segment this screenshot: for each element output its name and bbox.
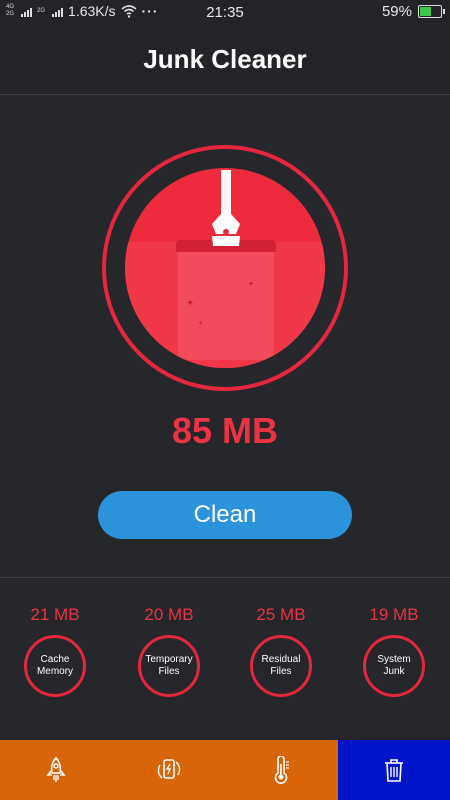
app-header: Junk Cleaner <box>0 24 450 95</box>
clean-button[interactable]: Clean <box>98 491 352 539</box>
status-bar: 4G 2G 2G 1.63K/s ··· 21:35 59% <box>0 0 450 24</box>
category-ring: System Junk <box>363 635 425 697</box>
category-residual-files[interactable]: 25 MB Residual Files <box>236 605 326 697</box>
battery-icon <box>418 5 445 18</box>
category-amount: 20 MB <box>144 605 194 624</box>
brush-icon <box>212 170 240 246</box>
trash-icon <box>384 759 403 782</box>
junk-size-value: 85 MB <box>171 410 279 451</box>
nav-junk-cleaner[interactable] <box>337 740 450 800</box>
page-title: Junk Cleaner <box>143 43 307 74</box>
nav-temperature[interactable] <box>225 740 338 800</box>
phone-cooling-icon <box>157 759 180 779</box>
nav-cpu-cooler[interactable] <box>112 740 225 800</box>
bin-icon: ✦ ✦ ✦ <box>176 240 276 360</box>
nav-booster[interactable] <box>0 740 113 800</box>
category-ring: Cache Memory <box>24 635 86 697</box>
rocket-icon <box>46 757 66 782</box>
category-amount: 21 MB <box>30 605 80 624</box>
category-system-junk[interactable]: 19 MB System Junk <box>349 605 439 697</box>
battery-percent: 59% <box>381 3 412 20</box>
category-cache-memory[interactable]: 21 MB Cache Memory <box>10 605 100 697</box>
category-amount: 19 MB <box>369 605 419 624</box>
bottom-navigation <box>0 740 450 800</box>
category-amount: 25 MB <box>256 605 306 624</box>
category-ring: Temporary Files <box>138 635 200 697</box>
category-temporary-files[interactable]: 20 MB Temporary Files <box>124 605 214 697</box>
thermometer-icon <box>274 756 290 784</box>
divider <box>0 577 450 578</box>
category-ring: Residual Files <box>250 635 312 697</box>
broom-bin-illustration: ✦ ✦ ✦ <box>125 168 325 368</box>
